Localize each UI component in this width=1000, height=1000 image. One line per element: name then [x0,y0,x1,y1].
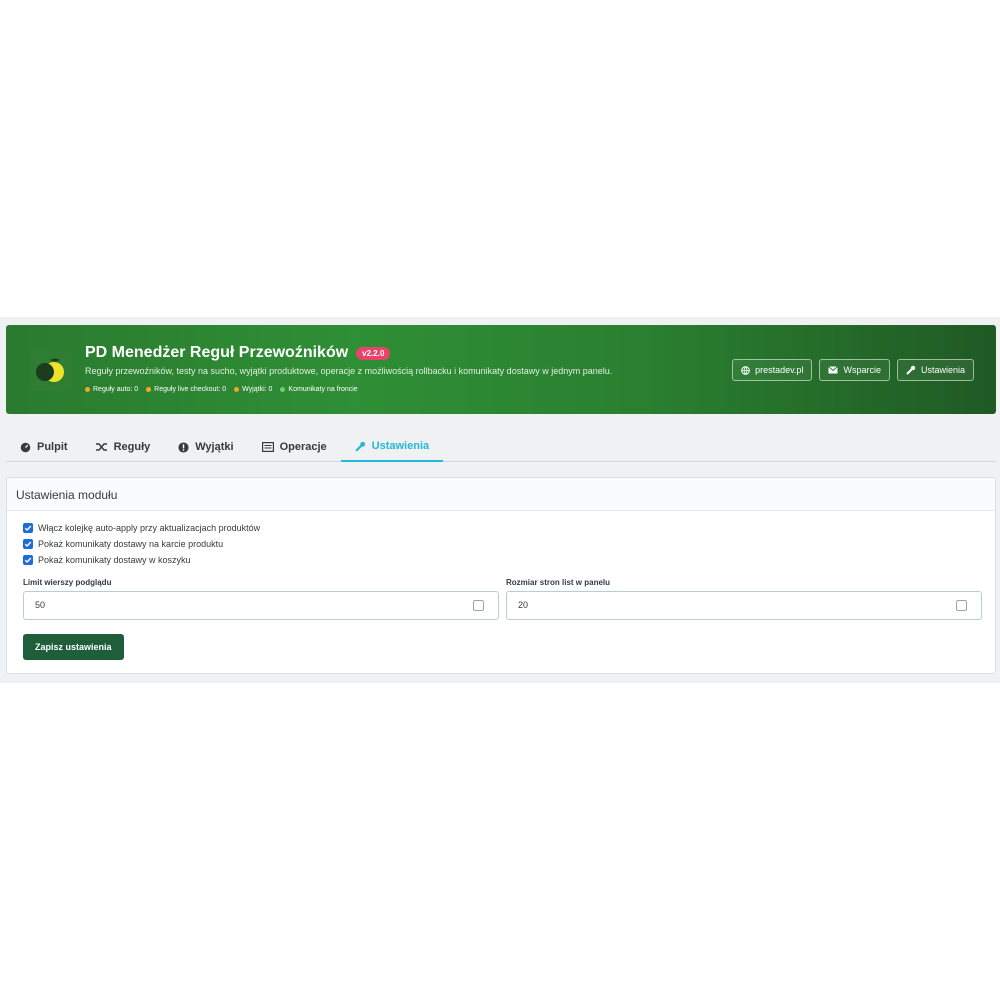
preview-limit-label: Limit wierszy podglądu [23,578,112,587]
settings-checkboxes: Włącz kolejkę auto-apply przy aktualizac… [23,523,260,565]
module-header: PD Menedżer Reguł Przewoźników v2.2.0 Re… [6,325,996,414]
list-icon [261,442,274,452]
spinner-icon[interactable] [473,600,484,611]
support-button[interactable]: Wsparcie [819,359,890,381]
tab-dashboard[interactable]: Pulpit [6,432,82,462]
card-title: Ustawienia modułu [7,478,995,511]
page-size-label: Rozmiar stron list w panelu [506,578,611,587]
tab-operations[interactable]: Operacje [248,432,341,462]
save-settings-button[interactable]: Zapisz ustawienia [23,634,124,660]
module-page: PD Menedżer Reguł Przewoźników v2.2.0 Re… [0,317,1000,683]
tab-settings[interactable]: Ustawienia [340,432,444,462]
wrench-icon [354,441,365,452]
website-button[interactable]: prestadev.pl [732,359,813,381]
tab-exceptions[interactable]: Wyjątki [164,432,247,462]
stat-front-messages: Komunikaty na froncie [280,386,358,393]
shuffle-icon [95,443,107,451]
product-page-messages-checkbox[interactable]: Pokaż komunikaty dostawy na karcie produ… [23,539,260,549]
cart-messages-checkbox[interactable]: Pokaż komunikaty dostawy w koszyku [23,555,260,565]
status-dot-icon [146,387,152,392]
status-dot-icon [280,387,286,392]
checkbox-checked-icon [23,555,33,565]
preview-limit-input[interactable]: 50 [23,591,499,620]
checkbox-checked-icon [23,523,33,533]
envelope-icon [828,366,839,374]
tab-rules[interactable]: Reguły [82,432,165,462]
version-badge: v2.2.0 [356,346,391,360]
module-logo [30,349,72,391]
exclamation-icon [178,441,189,453]
dashboard-icon [20,442,31,452]
status-dot-icon [234,387,240,392]
module-title: PD Menedżer Reguł Przewoźników [85,344,349,361]
stat-auto-rules: Reguły auto: 0 [85,386,138,393]
settings-card: Ustawienia modułu Włącz kolejkę auto-app… [6,477,996,674]
wrench-icon [906,365,916,375]
module-subtitle: Reguły przewoźników, testy na sucho, wyj… [85,366,613,376]
status-stats: Reguły auto: 0 Reguły live checkout: 0 W… [85,386,358,393]
status-dot-icon [85,387,90,392]
auto-apply-queue-checkbox[interactable]: Włącz kolejkę auto-apply przy aktualizac… [23,523,260,533]
spinner-icon[interactable] [956,600,967,611]
checkbox-checked-icon [23,539,33,549]
globe-icon [741,365,750,375]
stat-live-checkout: Reguły live checkout: 0 [146,386,226,393]
settings-button[interactable]: Ustawienia [896,359,974,381]
stat-exceptions: Wyjątki: 0 [234,386,272,393]
module-tabs: Pulpit Reguły Wyjątki Operacje Ustawieni… [6,432,996,462]
page-size-input[interactable]: 20 [506,591,982,620]
